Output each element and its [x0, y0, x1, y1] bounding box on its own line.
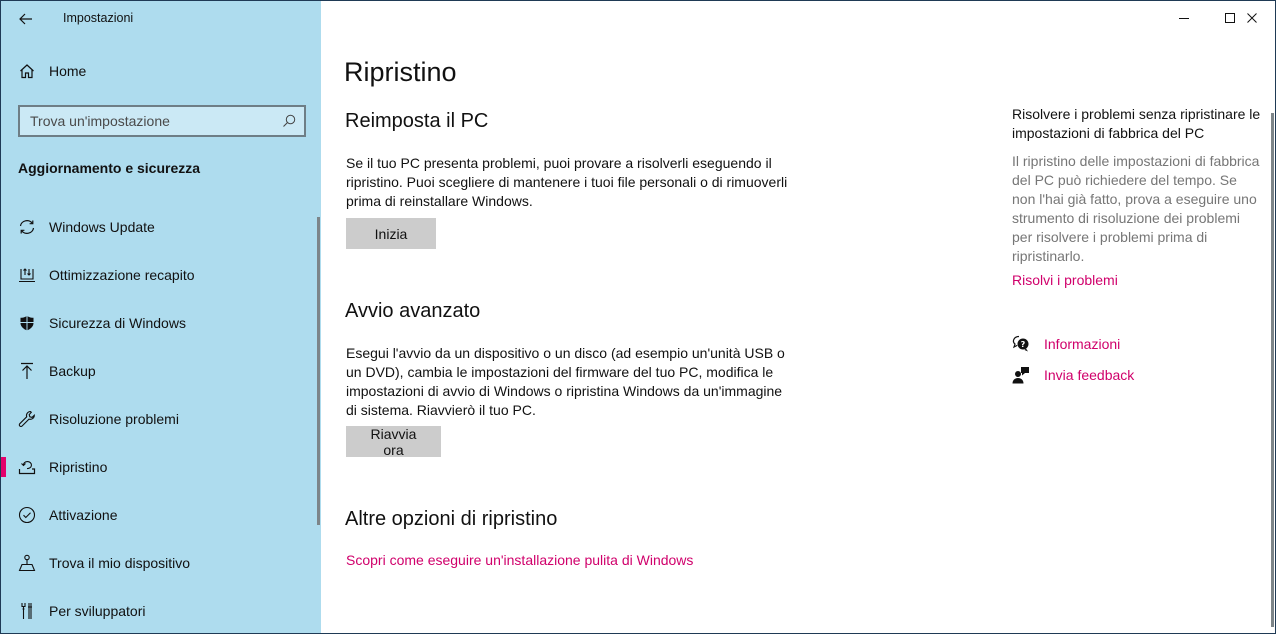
main-content: Ripristino Reimposta il PC Se il tuo PC …: [321, 1, 1275, 633]
sidebar-item-label: Ripristino: [49, 459, 108, 475]
sidebar-item-label: Per sviluppatori: [49, 603, 146, 619]
close-button[interactable]: [1229, 1, 1275, 35]
restart-now-button[interactable]: Riavvia ora: [346, 426, 441, 458]
settings-window: Impostazioni Home Aggiornamento e sicure…: [0, 0, 1276, 634]
developer-tools-icon: [18, 602, 36, 620]
sidebar-item-recovery[interactable]: Ripristino: [1, 443, 311, 491]
search-box[interactable]: [18, 105, 306, 137]
sidebar-home[interactable]: Home: [19, 63, 86, 79]
home-label: Home: [49, 63, 87, 79]
sidebar-item-label: Attivazione: [49, 507, 118, 523]
sidebar-item-label: Backup: [49, 363, 96, 379]
sidebar-item-label: Trova il mio dispositivo: [49, 555, 191, 571]
arrow-left-icon: [19, 13, 32, 25]
sidebar-item-label: Windows Update: [49, 219, 155, 235]
search-icon[interactable]: [282, 114, 296, 128]
app-title: Impostazioni: [63, 11, 134, 25]
sidebar-scrollbar[interactable]: [317, 217, 320, 525]
sidebar-item-find-device[interactable]: Trova il mio dispositivo: [1, 539, 311, 587]
minimize-button[interactable]: [1161, 1, 1207, 35]
page-title: Ripristino: [344, 57, 457, 87]
shield-icon: [18, 314, 36, 332]
delivery-optimization-icon: [18, 266, 36, 284]
main-scrollbar[interactable]: [1271, 113, 1274, 627]
sidebar-item-windows-update[interactable]: Windows Update: [1, 203, 311, 251]
sync-icon: [18, 218, 36, 236]
feedback-person-icon: [1012, 366, 1030, 384]
sidebar-item-delivery-optimization[interactable]: Ottimizzazione recapito: [1, 251, 311, 299]
recovery-icon: [18, 458, 36, 476]
other-options-heading: Altre opzioni di ripristino: [345, 508, 558, 530]
sidebar-item-developers[interactable]: Per sviluppatori: [1, 587, 311, 633]
send-feedback-link[interactable]: Invia feedback: [1012, 366, 1134, 384]
start-reset-button[interactable]: Inizia: [346, 218, 436, 249]
sidebar-item-label: Risoluzione problemi: [49, 411, 179, 427]
minimize-icon: [1179, 18, 1189, 19]
aside-title: Risolvere i problemi senza ripristinare …: [1012, 106, 1261, 141]
aside-text: Il ripristino delle impostazioni di fabb…: [1012, 153, 1260, 264]
info-label: Informazioni: [1044, 336, 1121, 352]
sidebar-nav: Windows Update Ottimizzazione recapito S…: [1, 203, 311, 633]
clean-install-link[interactable]: Scopri come eseguire un'installazione pu…: [346, 552, 693, 568]
wrench-icon: [18, 410, 36, 428]
sidebar-item-windows-security[interactable]: Sicurezza di Windows: [1, 299, 311, 347]
advanced-startup-description: Esegui l'avvio da un dispositivo o un di…: [346, 345, 785, 418]
back-button[interactable]: [13, 7, 39, 31]
reset-pc-description: Se il tuo PC presenta problemi, puoi pro…: [346, 155, 788, 209]
home-icon: [20, 64, 34, 79]
sidebar-item-label: Ottimizzazione recapito: [49, 267, 195, 283]
advanced-startup-heading: Avvio avanzato: [345, 300, 481, 322]
sidebar-item-backup[interactable]: Backup: [1, 347, 311, 395]
reset-pc-heading: Reimposta il PC: [345, 110, 489, 132]
sidebar: Impostazioni Home Aggiornamento e sicure…: [1, 1, 321, 633]
find-device-icon: [18, 554, 36, 572]
sidebar-item-troubleshoot[interactable]: Risoluzione problemi: [1, 395, 311, 443]
check-circle-icon: [18, 506, 36, 524]
close-icon: [1247, 13, 1257, 23]
search-input[interactable]: [30, 113, 282, 129]
svg-text:?: ?: [1021, 340, 1026, 349]
troubleshoot-link[interactable]: Risolvi i problemi: [1012, 272, 1262, 288]
troubleshoot-aside: Risolvere i problemi senza ripristinare …: [1012, 105, 1262, 288]
sidebar-section-title: Aggiornamento e sicurezza: [18, 160, 201, 176]
feedback-label: Invia feedback: [1044, 367, 1135, 383]
backup-upload-icon: [18, 362, 36, 380]
sidebar-item-label: Sicurezza di Windows: [49, 315, 186, 331]
help-chat-icon: ?: [1012, 335, 1030, 353]
sidebar-item-activation[interactable]: Attivazione: [1, 491, 311, 539]
get-help-link[interactable]: ? Informazioni: [1012, 335, 1120, 353]
